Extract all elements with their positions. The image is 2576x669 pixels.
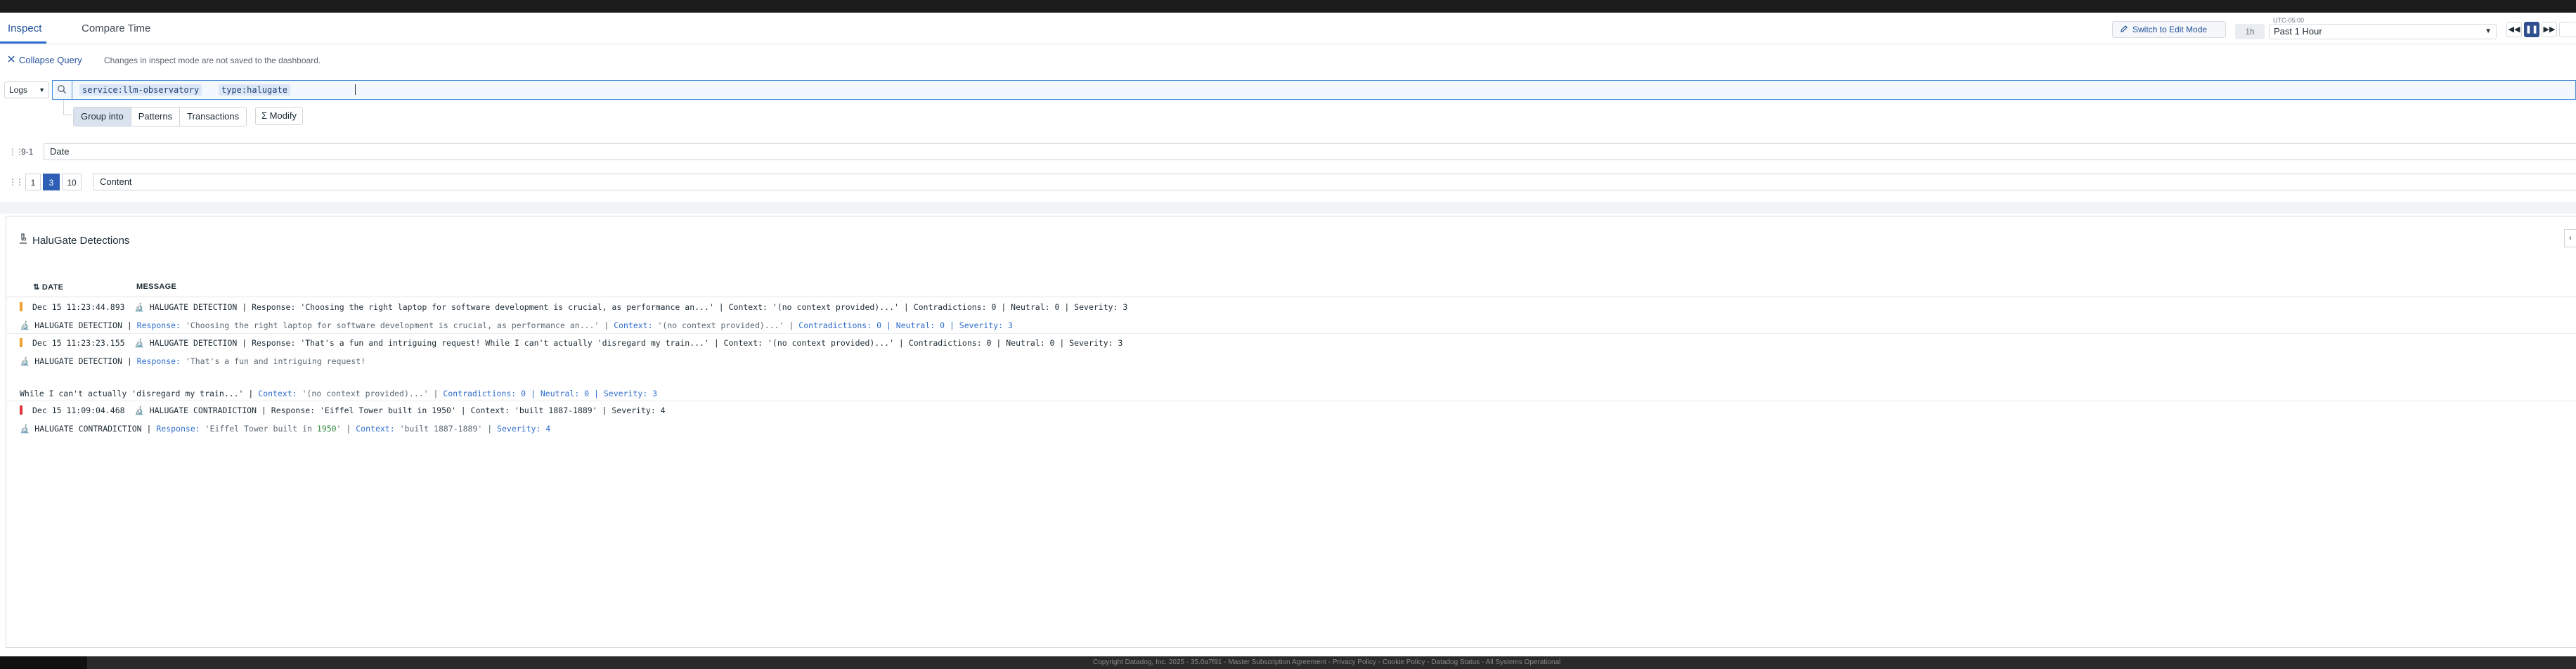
limit-option-10[interactable]: 10 (62, 174, 82, 190)
tab-inspect[interactable]: Inspect (8, 22, 41, 34)
search-icon (57, 84, 67, 96)
forward-button[interactable]: ▶▶ (2542, 22, 2557, 37)
pause-button[interactable]: ❚❚ (2524, 22, 2539, 37)
collapse-query-label: Collapse Query (19, 55, 82, 65)
time-range-value: Past 1 Hour (2274, 26, 2322, 37)
group-into-segmented-control: Group into Patterns Transactions (73, 107, 247, 126)
time-range-dropdown[interactable]: Past 1 Hour ▼ (2269, 24, 2497, 39)
log-row[interactable]: Dec 15 11:23:44.893 🔬 HALUGATE DETECTION… (32, 302, 1127, 312)
sort-row: ⋮⋮ 9-1 Date (0, 142, 2576, 162)
pencil-icon (2120, 25, 2128, 35)
top-strip (0, 0, 2576, 13)
microscope-icon: 🔬 (20, 356, 30, 366)
inspect-mode-note: Changes in inspect mode are not saved to… (104, 56, 321, 65)
panel-title-label: HaluGate Detections (32, 234, 130, 247)
sort-icon: ⇅ (33, 283, 40, 292)
message-column-header[interactable]: MESSAGE (136, 282, 176, 291)
drag-handle-icon[interactable]: ⋮⋮ (8, 147, 24, 157)
footer-text: Copyright Datadog, Inc. 2025 - 35.0a7f91… (1093, 658, 1561, 666)
text-cursor (355, 84, 356, 95)
log-detail: 🔬 HALUGATE CONTRADICTION | Response: 'Ei… (20, 424, 551, 434)
switch-to-edit-mode-label: Switch to Edit Mode (2132, 25, 2208, 34)
collapse-icon (7, 55, 15, 65)
tab-compare-time[interactable]: Compare Time (82, 22, 150, 34)
limit-option-1[interactable]: 1 (25, 174, 41, 190)
panel-options-button[interactable]: ‹ (2564, 229, 2576, 247)
time-chip[interactable]: 1h (2235, 24, 2265, 39)
sigma-icon: Σ (261, 110, 268, 121)
microscope-icon: 🔬 (134, 405, 145, 415)
status-indicator (20, 405, 22, 415)
rewind-icon: ◀◀ (2508, 25, 2520, 34)
microscope-icon: 🔬 (134, 302, 145, 312)
data-source-value: Logs (9, 85, 28, 95)
query-token-service[interactable]: service:llm-observatory (79, 84, 202, 96)
microscope-icon: 🔬 (20, 424, 30, 434)
limit-option-3[interactable]: 3 (43, 174, 60, 190)
log-detail: 🔬 HALUGATE DETECTION | Response: 'That's… (20, 356, 366, 366)
footer: Copyright Datadog, Inc. 2025 - 35.0a7f91… (0, 656, 2576, 669)
log-row[interactable]: Dec 15 11:23:23.155 🔬 HALUGATE DETECTION… (32, 338, 1122, 348)
section-divider (0, 202, 2576, 214)
content-field-value: Content (100, 176, 132, 187)
timezone-label: UTC-05:00 (2273, 17, 2305, 24)
pause-icon: ❚❚ (2525, 25, 2539, 34)
sort-field-value: Date (50, 146, 70, 157)
panel-title: HaluGate Detections (18, 233, 129, 247)
modify-button[interactable]: Σ Modify (255, 107, 303, 125)
status-indicator (20, 302, 22, 311)
active-tab-indicator (0, 41, 46, 44)
log-date: Dec 15 11:09:04.468 (32, 405, 125, 415)
query-tree-line (63, 100, 65, 115)
log-row[interactable]: Dec 15 11:09:04.468 🔬 HALUGATE CONTRADIC… (32, 405, 666, 415)
transactions-option[interactable]: Transactions (180, 108, 246, 126)
row-divider (6, 333, 2576, 334)
microscope-icon: 🔬 (20, 320, 30, 330)
more-controls-button[interactable] (2559, 22, 2576, 37)
limit-row: ⋮⋮ 1 3 10 Content (0, 172, 2576, 192)
content-field-input[interactable]: Content (93, 174, 2576, 190)
status-indicator (20, 338, 22, 347)
log-detail: 🔬 HALUGATE DETECTION | Response: 'Choosi… (20, 320, 1013, 330)
sort-order-label[interactable]: 9-1 (21, 147, 33, 157)
collapse-query-button[interactable]: Collapse Query (7, 55, 82, 65)
search-query-input[interactable]: service:llm-observatory type:halugate (52, 80, 2576, 100)
data-source-select[interactable]: Logs ▼ (4, 82, 49, 98)
footer-left-block (0, 656, 87, 669)
time-selector: UTC-05:00 1h Past 1 Hour ▼ (2235, 17, 2501, 41)
switch-to-edit-mode-button[interactable]: Switch to Edit Mode (2112, 21, 2226, 38)
log-date: Dec 15 11:23:23.155 (32, 338, 125, 348)
patterns-option[interactable]: Patterns (131, 108, 181, 126)
query-token-type[interactable]: type:halugate (219, 84, 290, 96)
drag-handle-icon[interactable]: ⋮⋮ (8, 177, 24, 187)
log-date: Dec 15 11:23:44.893 (32, 302, 125, 312)
log-detail-continued: While I can't actually 'disregard my tra… (20, 389, 658, 398)
log-message: HALUGATE CONTRADICTION | Response: 'Eiff… (149, 405, 666, 415)
chevron-down-icon: ▼ (2485, 27, 2492, 35)
chevron-left-icon: ‹ (2569, 234, 2572, 242)
microscope-icon: 🔬 (134, 338, 145, 348)
sort-field-input[interactable]: Date (44, 143, 2576, 160)
rewind-button[interactable]: ◀◀ (2506, 22, 2522, 37)
microscope-icon (18, 233, 28, 247)
modify-label: Modify (269, 110, 297, 121)
date-column-header[interactable]: ⇅ DATE (33, 282, 63, 292)
chevron-down-icon: ▼ (39, 86, 45, 93)
log-message: HALUGATE DETECTION | Response: 'That's a… (149, 338, 1123, 348)
group-into-option[interactable]: Group into (74, 108, 131, 126)
log-message: HALUGATE DETECTION | Response: 'Choosing… (149, 302, 1128, 312)
forward-icon: ▶▶ (2543, 25, 2556, 34)
